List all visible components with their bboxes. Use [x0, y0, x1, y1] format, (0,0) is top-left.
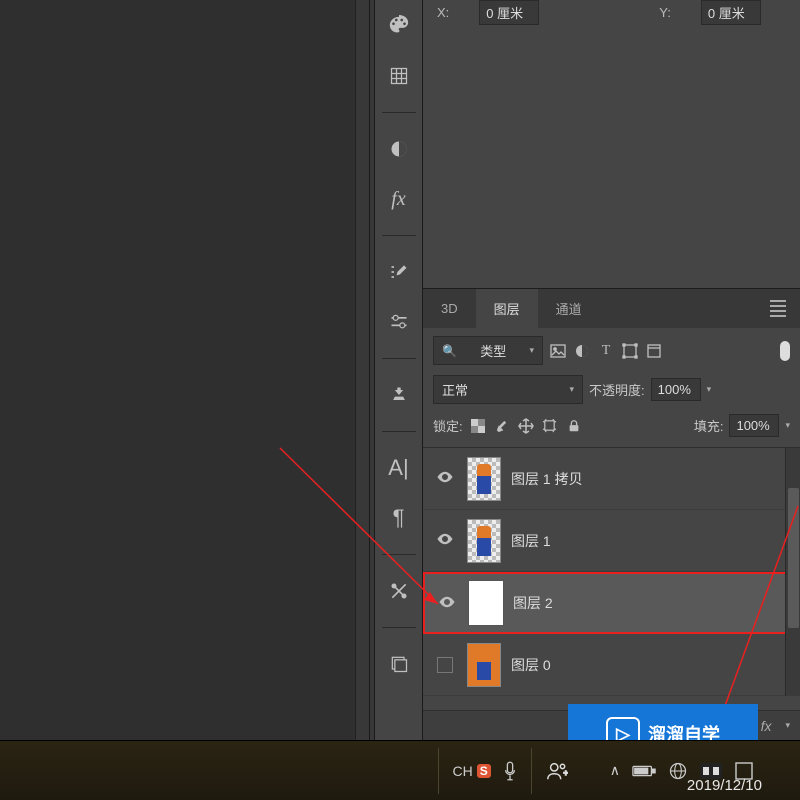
layer-row[interactable]: 图层 1 拷贝 — [423, 448, 800, 510]
filter-toggle-icon[interactable] — [780, 341, 790, 361]
taskbar-divider — [438, 748, 439, 794]
taskbar-divider — [531, 748, 532, 794]
chevron-down-icon: ▾ — [569, 384, 574, 395]
ime-indicator[interactable]: CH S — [453, 763, 491, 779]
contrast-circle-icon[interactable] — [383, 133, 415, 165]
fx-footer-icon[interactable]: fx — [761, 718, 772, 734]
library-icon[interactable] — [383, 648, 415, 680]
fx-icon[interactable]: fx — [383, 183, 415, 215]
layer-row[interactable]: 图层 1 — [423, 510, 800, 572]
opacity-label: 不透明度: — [589, 380, 645, 399]
chevron-down-icon: ▾ — [785, 720, 790, 731]
layer-thumbnail[interactable] — [467, 643, 501, 687]
separator — [382, 358, 416, 359]
canvas-area[interactable] — [0, 0, 369, 740]
lock-paint-icon[interactable] — [493, 417, 511, 435]
canvas-right-edge — [355, 0, 369, 740]
layer-name[interactable]: 图层 1 — [511, 531, 551, 551]
filter-text-icon[interactable]: T — [597, 342, 615, 360]
layers-scrollbar[interactable] — [785, 448, 800, 696]
visibility-toggle[interactable] — [433, 529, 457, 553]
filter-smart-icon[interactable] — [645, 342, 663, 360]
ime-label: CH — [453, 763, 473, 779]
scrollbar-thumb[interactable] — [788, 488, 799, 628]
layer-thumbnail[interactable] — [467, 519, 501, 563]
separator — [382, 431, 416, 432]
visibility-toggle[interactable] — [433, 467, 457, 491]
separator — [382, 554, 416, 555]
sogou-icon: S — [477, 764, 491, 778]
x-value[interactable]: 0 厘米 — [479, 0, 539, 25]
layer-row[interactable]: 图层 0 — [423, 634, 800, 696]
grid-icon[interactable] — [383, 60, 415, 92]
separator — [382, 627, 416, 628]
chevron-down-icon[interactable]: ▾ — [785, 420, 790, 431]
lock-position-icon[interactable] — [517, 417, 535, 435]
filter-image-icon[interactable] — [549, 342, 567, 360]
filter-adjust-icon[interactable] — [573, 342, 591, 360]
brush-list-icon[interactable] — [383, 256, 415, 288]
layer-name[interactable]: 图层 1 拷贝 — [511, 469, 583, 489]
y-label: Y: — [659, 5, 671, 20]
tab-layers[interactable]: 图层 — [476, 289, 538, 328]
tools-cross-icon[interactable] — [383, 575, 415, 607]
sliders-icon[interactable] — [383, 306, 415, 338]
filter-kind-label: 类型 — [480, 341, 506, 360]
blend-mode-dropdown[interactable]: 正常 ▾ — [433, 375, 583, 404]
separator — [382, 235, 416, 236]
x-label: X: — [437, 5, 449, 20]
layer-thumbnail[interactable] — [467, 457, 501, 501]
layer-list: 图层 1 拷贝 图层 1 图层 2 图层 0 — [423, 447, 800, 696]
y-value[interactable]: 0 厘米 — [701, 0, 761, 25]
layer-thumbnail[interactable] — [469, 581, 503, 625]
chevron-down-icon[interactable]: ▾ — [707, 384, 712, 395]
layer-name[interactable]: 图层 0 — [511, 655, 551, 675]
layer-row-selected[interactable]: 图层 2 — [423, 572, 800, 634]
paragraph-icon[interactable]: ¶ — [383, 502, 415, 534]
clone-stamp-icon[interactable] — [383, 379, 415, 411]
taskbar-date[interactable]: 2019/12/10 — [687, 777, 762, 794]
tab-channels[interactable]: 通道 — [538, 289, 600, 328]
lock-transparency-icon[interactable] — [469, 417, 487, 435]
tab-3d[interactable]: 3D — [423, 291, 476, 326]
lock-all-icon[interactable] — [565, 417, 583, 435]
lock-label: 锁定: — [433, 416, 463, 435]
character-a-icon[interactable]: A| — [383, 452, 415, 484]
lock-artboard-icon[interactable] — [541, 417, 559, 435]
svg-text:+: + — [563, 768, 568, 777]
battery-icon[interactable] — [632, 764, 656, 778]
visibility-toggle[interactable] — [433, 653, 457, 677]
palette-icon[interactable] — [383, 10, 415, 42]
properties-panel: X: 0 厘米 Y: 0 厘米 — [423, 0, 800, 288]
right-panel: X: 0 厘米 Y: 0 厘米 3D 图层 通道 🔍 类型 ▾ — [423, 0, 800, 740]
network-icon[interactable] — [668, 761, 688, 781]
fill-label: 填充: — [694, 416, 724, 435]
tray-expand-icon[interactable]: ∧ — [610, 762, 620, 779]
people-icon[interactable]: + — [546, 760, 568, 782]
vertical-tool-strip: fx A| ¶ — [375, 0, 423, 740]
visibility-toggle[interactable] — [435, 591, 459, 615]
opacity-value[interactable]: 100% — [651, 378, 701, 401]
layer-name[interactable]: 图层 2 — [513, 593, 553, 613]
windows-taskbar[interactable]: CH S + ∧ — [0, 740, 800, 800]
panel-tabs: 3D 图层 通道 — [423, 288, 800, 328]
filter-kind-dropdown[interactable]: 🔍 类型 ▾ — [433, 336, 543, 365]
mic-icon[interactable] — [503, 760, 517, 782]
filter-shape-icon[interactable] — [621, 342, 639, 360]
blend-mode-value: 正常 — [442, 380, 468, 399]
visibility-off-icon — [437, 657, 453, 673]
separator — [382, 112, 416, 113]
layer-controls: 🔍 类型 ▾ T — [423, 328, 800, 437]
panel-menu-icon[interactable] — [762, 292, 794, 325]
chevron-down-icon: ▾ — [529, 345, 534, 356]
layers-panel-body: 🔍 类型 ▾ T — [423, 328, 800, 740]
fill-value[interactable]: 100% — [729, 414, 779, 437]
